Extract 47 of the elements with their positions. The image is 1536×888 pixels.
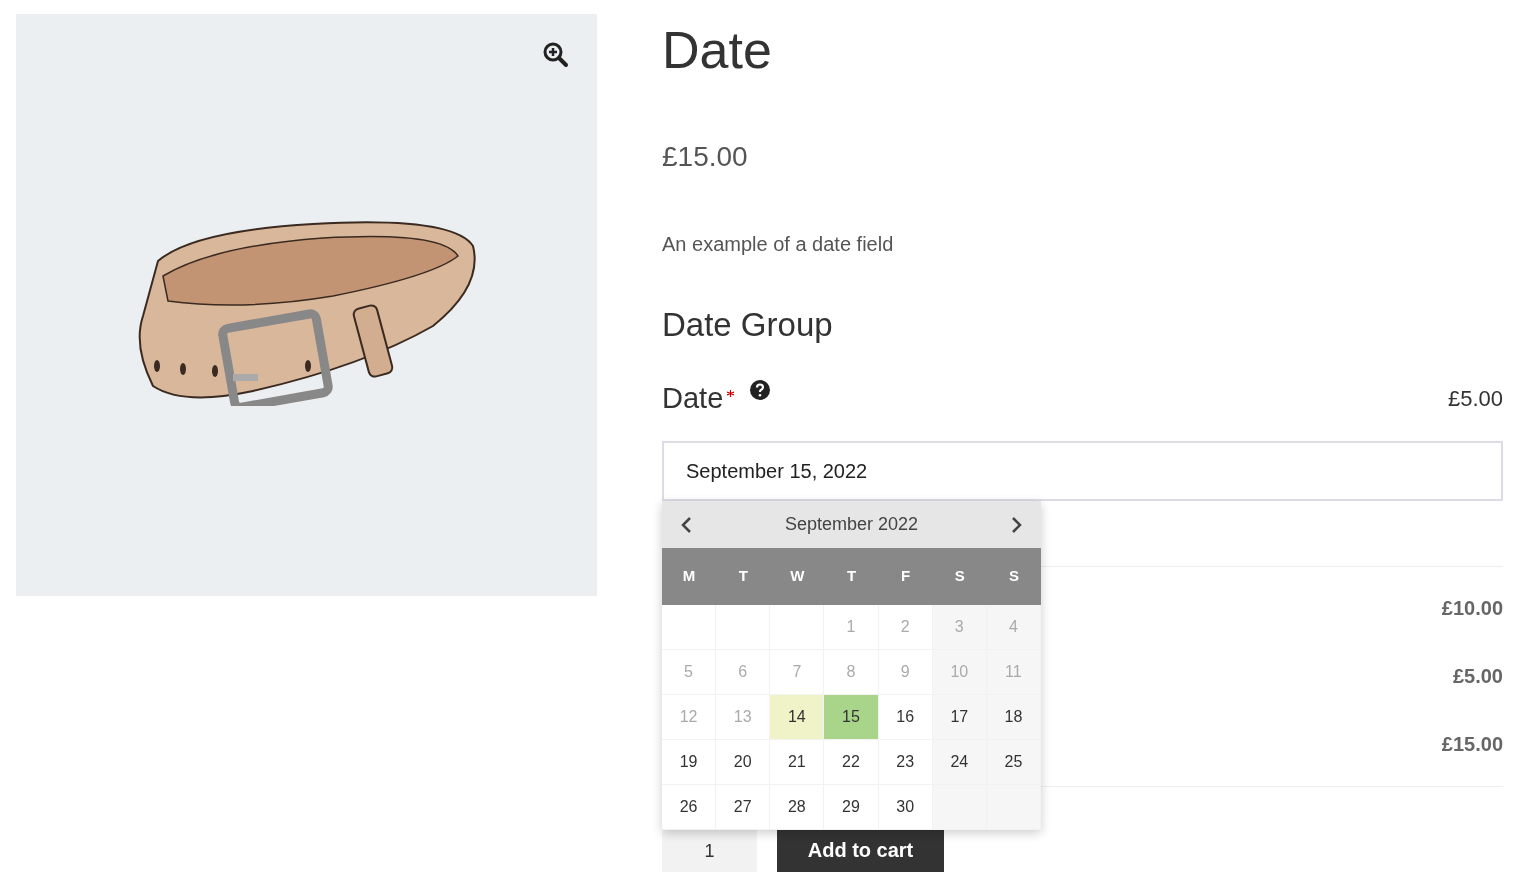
calendar-day[interactable]: 20 bbox=[716, 740, 771, 785]
calendar-day: 1 bbox=[824, 605, 879, 650]
calendar-day[interactable]: 25 bbox=[986, 740, 1041, 785]
weekday-label: S bbox=[1007, 566, 1020, 587]
calendar-day[interactable]: 18 bbox=[986, 695, 1041, 740]
weekday-label: T bbox=[845, 566, 858, 587]
chevron-left-icon bbox=[680, 516, 692, 535]
zoom-in-icon bbox=[543, 42, 569, 68]
calendar-day[interactable]: 15 bbox=[824, 695, 879, 740]
total-amount: £15.00 bbox=[1441, 732, 1503, 757]
calendar-day: 10 bbox=[932, 650, 987, 695]
chevron-right-icon bbox=[1011, 516, 1023, 535]
calendar-day: 6 bbox=[716, 650, 771, 695]
weekday-label: M bbox=[681, 566, 697, 587]
calendar-day[interactable]: 19 bbox=[662, 740, 717, 785]
calendar-day[interactable]: 24 bbox=[932, 740, 987, 785]
calendar-day[interactable]: 16 bbox=[878, 695, 933, 740]
calendar-day[interactable]: 21 bbox=[770, 740, 825, 785]
weekday-label: S bbox=[953, 566, 966, 587]
weekday-label: F bbox=[900, 566, 912, 587]
date-input-field[interactable]: September 15, 2022 bbox=[662, 441, 1503, 501]
calendar-day: 3 bbox=[932, 605, 987, 650]
calendar-day[interactable]: 17 bbox=[932, 695, 987, 740]
calendar-day: 12 bbox=[662, 695, 717, 740]
calendar-day[interactable]: 23 bbox=[878, 740, 933, 785]
product-title: Date bbox=[662, 20, 773, 80]
product-price: £15.00 bbox=[662, 140, 749, 174]
calendar-day: 4 bbox=[986, 605, 1041, 650]
weekday-label: T bbox=[737, 566, 749, 587]
calendar-day[interactable]: 14 bbox=[770, 695, 825, 740]
field-price: £5.00 bbox=[1447, 385, 1503, 413]
calendar-day: 5 bbox=[662, 650, 717, 695]
empty-calendar-cell bbox=[662, 605, 717, 650]
total-amount: £5.00 bbox=[1452, 664, 1503, 689]
calendar-day[interactable]: 22 bbox=[824, 740, 879, 785]
calendar-day: 11 bbox=[986, 650, 1041, 695]
empty-calendar-cell bbox=[716, 605, 771, 650]
calendar-day: 2 bbox=[878, 605, 933, 650]
empty-calendar-cell bbox=[770, 605, 825, 650]
calendar-day: 9 bbox=[878, 650, 933, 695]
help-icon[interactable] bbox=[750, 380, 771, 400]
weekday-label: W bbox=[789, 566, 806, 587]
group-title: Date Group bbox=[662, 305, 834, 345]
total-amount: £10.00 bbox=[1441, 596, 1503, 621]
field-label: Date bbox=[662, 381, 724, 416]
product-description: An example of a date field bbox=[662, 232, 895, 257]
calendar-month-title: September 2022 bbox=[784, 513, 919, 536]
